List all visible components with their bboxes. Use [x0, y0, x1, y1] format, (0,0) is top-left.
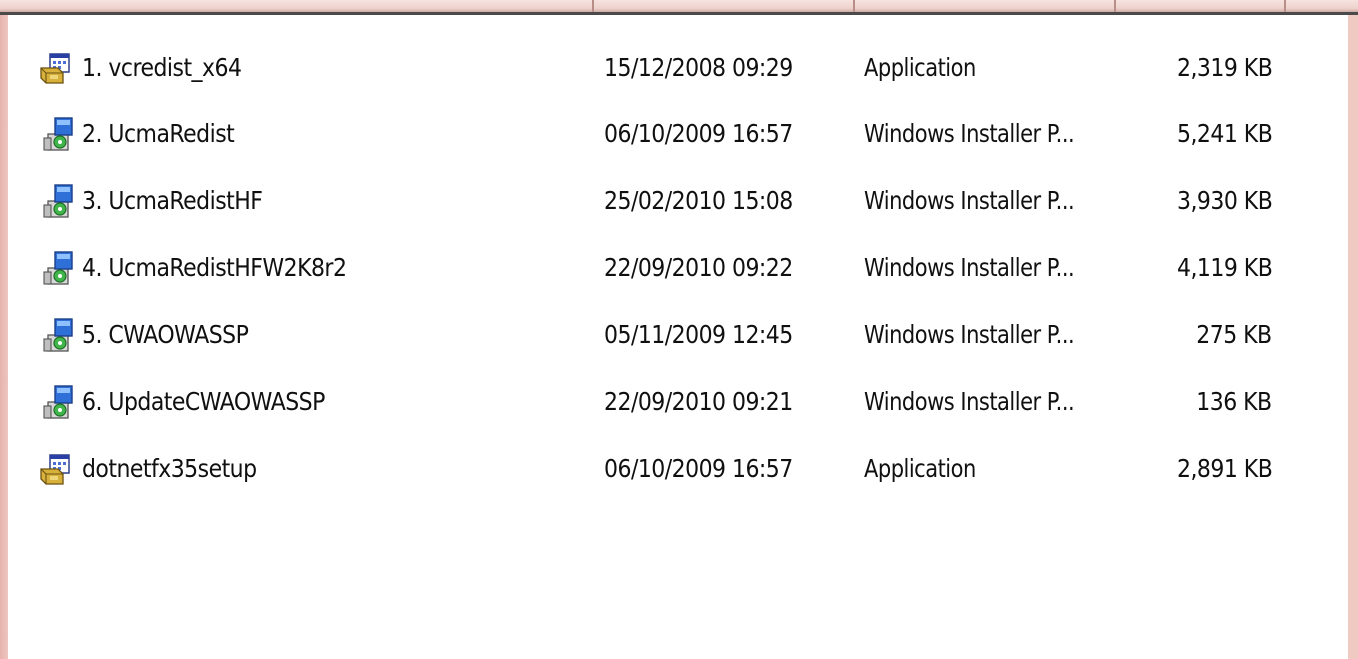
file-size: 2,891 KB	[1176, 454, 1273, 483]
file-size: 2,319 KB	[1176, 53, 1273, 82]
installer-package-icon	[38, 250, 76, 286]
file-type: Windows Installer P...	[864, 253, 1075, 282]
file-date-modified: 22/09/2010 09:22	[604, 253, 793, 282]
file-row[interactable]: 2. UcmaRedist 06/10/2009 16:57 Windows I…	[8, 114, 1348, 154]
file-name[interactable]: 6. UpdateCWAOWASSP	[82, 382, 325, 422]
file-name[interactable]: dotnetfx35setup	[82, 449, 257, 489]
file-row[interactable]: 3. UcmaRedistHF 25/02/2010 15:08 Windows…	[8, 181, 1348, 221]
column-divider-name-date[interactable]	[592, 0, 594, 12]
file-row[interactable]: 6. UpdateCWAOWASSP 22/09/2010 09:21 Wind…	[8, 382, 1348, 422]
file-row[interactable]: 5. CWAOWASSP 05/11/2009 12:45 Windows In…	[8, 315, 1348, 355]
file-size: 5,241 KB	[1176, 119, 1273, 148]
file-row[interactable]: dotnetfx35setup 06/10/2009 16:57 Applica…	[8, 449, 1348, 489]
file-size: 3,930 KB	[1176, 186, 1273, 215]
column-header-bar[interactable]	[0, 0, 1358, 12]
file-date-modified: 25/02/2010 15:08	[604, 186, 793, 215]
file-date-modified: 05/11/2009 12:45	[604, 320, 793, 349]
file-row[interactable]: 1. vcredist_x64 15/12/2008 09:29 Applica…	[8, 48, 1348, 88]
file-name[interactable]: 4. UcmaRedistHFW2K8r2	[82, 248, 347, 288]
file-type: Application	[864, 454, 976, 483]
file-name[interactable]: 3. UcmaRedistHF	[82, 181, 263, 221]
installer-package-icon	[38, 116, 76, 152]
file-date-modified: 15/12/2008 09:29	[604, 53, 793, 82]
file-type: Application	[864, 53, 976, 82]
column-divider-type-size[interactable]	[1114, 0, 1116, 12]
file-size: 4,119 KB	[1176, 253, 1273, 282]
file-name[interactable]: 1. vcredist_x64	[82, 48, 242, 88]
file-row[interactable]: 4. UcmaRedistHFW2K8r2 22/09/2010 09:22 W…	[8, 248, 1348, 288]
installer-package-icon	[38, 384, 76, 420]
file-date-modified: 06/10/2009 16:57	[604, 454, 793, 483]
file-list[interactable]: 1. vcredist_x64 15/12/2008 09:29 Applica…	[8, 15, 1348, 659]
installer-package-icon	[38, 317, 76, 353]
installer-package-icon	[38, 183, 76, 219]
application-icon	[38, 50, 76, 86]
file-type: Windows Installer P...	[864, 119, 1075, 148]
file-date-modified: 22/09/2010 09:21	[604, 387, 793, 416]
file-type: Windows Installer P...	[864, 320, 1075, 349]
file-name[interactable]: 2. UcmaRedist	[82, 114, 235, 154]
application-icon	[38, 451, 76, 487]
file-type: Windows Installer P...	[864, 186, 1075, 215]
file-size: 136 KB	[1196, 387, 1273, 416]
column-divider-size-end[interactable]	[1284, 0, 1286, 12]
file-size: 275 KB	[1196, 320, 1273, 349]
column-divider-date-type[interactable]	[853, 0, 855, 12]
file-date-modified: 06/10/2009 16:57	[604, 119, 793, 148]
file-type: Windows Installer P...	[864, 387, 1075, 416]
file-name[interactable]: 5. CWAOWASSP	[82, 315, 249, 355]
